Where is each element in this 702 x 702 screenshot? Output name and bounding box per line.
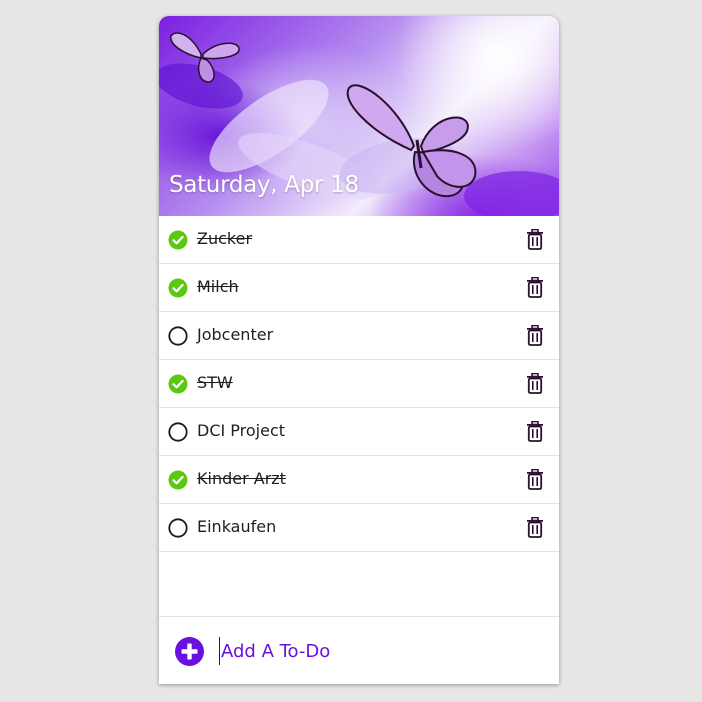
empty-circle-icon[interactable] — [168, 326, 188, 346]
trash-icon[interactable] — [526, 421, 544, 442]
todo-item: Zucker — [159, 216, 559, 264]
todo-label[interactable]: Einkaufen — [197, 517, 276, 536]
todo-item: Milch — [159, 264, 559, 312]
todo-card: Saturday, Apr 18 Zucker Milch Jobcenter … — [159, 16, 559, 684]
check-circle-icon[interactable] — [168, 278, 188, 298]
trash-icon[interactable] — [526, 229, 544, 250]
check-circle-icon[interactable] — [168, 230, 188, 250]
add-todo-input[interactable] — [219, 637, 541, 665]
date-heading: Saturday, Apr 18 — [169, 172, 359, 198]
header-image: Saturday, Apr 18 — [159, 16, 559, 216]
todo-item: Jobcenter — [159, 312, 559, 360]
add-todo-bar — [159, 616, 559, 684]
trash-icon[interactable] — [526, 517, 544, 538]
todo-label[interactable]: DCI Project — [197, 421, 285, 440]
todo-label[interactable]: Zucker — [197, 229, 252, 248]
trash-icon[interactable] — [526, 469, 544, 490]
check-circle-icon[interactable] — [168, 374, 188, 394]
check-circle-icon[interactable] — [168, 470, 188, 490]
todo-list: Zucker Milch Jobcenter STW DCI Project K… — [159, 216, 559, 552]
todo-label[interactable]: Kinder Arzt — [197, 469, 286, 488]
plus-circle-icon[interactable] — [175, 637, 204, 666]
todo-item: DCI Project — [159, 408, 559, 456]
empty-circle-icon[interactable] — [168, 422, 188, 442]
trash-icon[interactable] — [526, 373, 544, 394]
todo-label[interactable]: Milch — [197, 277, 239, 296]
empty-circle-icon[interactable] — [168, 518, 188, 538]
todo-item: Einkaufen — [159, 504, 559, 552]
trash-icon[interactable] — [526, 277, 544, 298]
trash-icon[interactable] — [526, 325, 544, 346]
todo-item: Kinder Arzt — [159, 456, 559, 504]
todo-item: STW — [159, 360, 559, 408]
todo-label[interactable]: Jobcenter — [197, 325, 273, 344]
todo-label[interactable]: STW — [197, 373, 233, 392]
